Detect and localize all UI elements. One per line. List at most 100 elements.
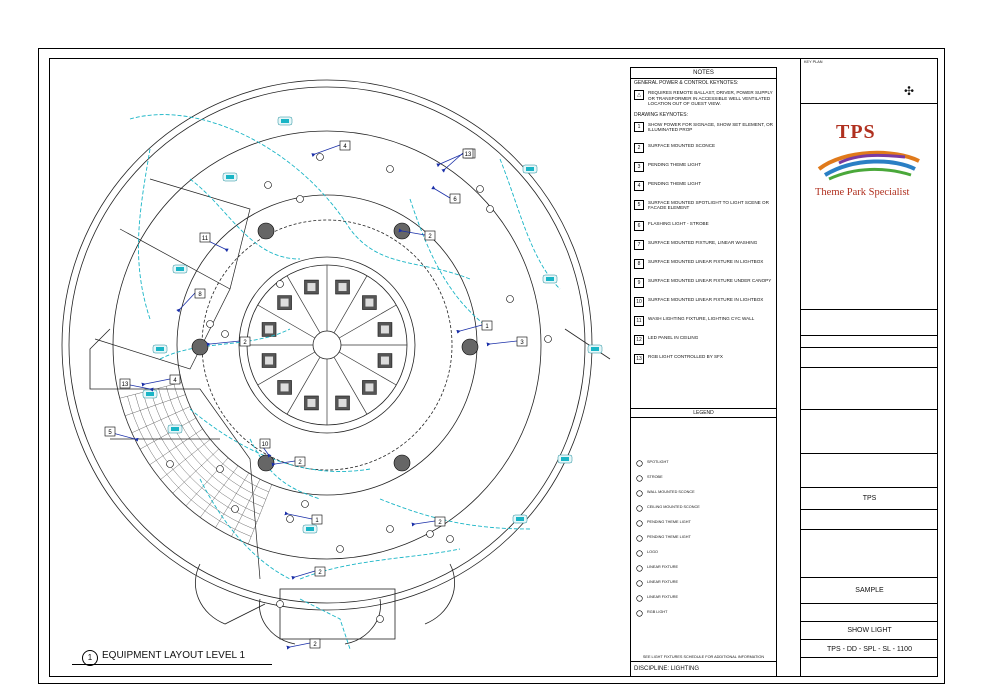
seating-radial	[185, 457, 229, 507]
entrance-lobes	[89, 328, 611, 645]
notes-title: NOTES	[631, 68, 776, 79]
keynote-number: 5	[634, 199, 644, 210]
keynote-number: 3	[634, 161, 644, 172]
legend-item: CEILING MOUNTED SCONCE	[647, 505, 700, 509]
north-arrow-icon: ✣	[904, 84, 915, 98]
general-keynote-icon: △	[634, 90, 644, 101]
keynote-tag: 8	[194, 288, 206, 299]
keynote-text: PENDING THEME LIGHT	[648, 180, 702, 186]
keynote-item: 7 SURFACE MOUNTED FIXTURE, LINEAR WASHING	[634, 239, 773, 250]
keynote-number: 9	[634, 277, 644, 288]
keynote-tag: 2	[309, 638, 321, 649]
keynote-tag: 4	[339, 140, 351, 151]
lighting-circuits	[129, 114, 561, 650]
ride-vehicle	[362, 295, 377, 310]
keynote-number: 6	[634, 220, 644, 231]
seating-grid	[119, 382, 272, 545]
linear-fixture-icon	[222, 172, 238, 182]
ride-vehicle	[377, 353, 393, 368]
keynote-tag: 13	[462, 148, 474, 159]
keynote-item: 1 SHOW POWER FOR SIGNAGE, SHOW SET ELEMEN…	[634, 122, 773, 133]
equipment-layout-plan: 45213281113451021221362	[61, 79, 611, 650]
sconce-icon	[316, 153, 324, 161]
ride-vehicle	[277, 295, 292, 310]
seating-radial	[149, 428, 203, 465]
ride-vehicle	[335, 395, 350, 411]
keynote-tag-label: 13	[122, 382, 129, 388]
sconce-icon	[276, 280, 284, 288]
company-logo-swoosh	[817, 150, 920, 181]
leader-arrow	[411, 520, 436, 527]
keynote-text: SURFACE MOUNTED SPOTLIGHT TO LIGHT SCENE…	[648, 199, 769, 211]
linear-fixture-icon	[172, 264, 188, 274]
keynote-item: 10 SURFACE MOUNTED LINEAR FIXTURE IN LIGH…	[634, 296, 773, 307]
discipline-label: DISCIPLINE: LIGHTING	[631, 661, 776, 676]
ride-vehicle	[261, 322, 277, 337]
leader-arrow	[486, 340, 518, 347]
company-logo-text: TPS	[836, 121, 876, 143]
drawing-title: SHOW LIGHT	[847, 627, 892, 634]
legend-symbol-icon	[635, 505, 644, 512]
linear-fixture-icon	[522, 164, 538, 174]
key-plan-label: KEY PLAN	[804, 60, 823, 64]
sconce-icon	[476, 185, 484, 193]
sconce-icon	[231, 505, 239, 513]
seating-row	[173, 384, 269, 493]
linear-fixture-icon	[152, 344, 168, 354]
pendant-light-icon	[393, 454, 411, 472]
sconce-icon	[276, 600, 284, 608]
legend-title: LEGEND	[631, 408, 776, 418]
linear-fixture-icon	[167, 424, 183, 434]
keynote-text: SURFACE MOUNTED LINEAR FIXTURE IN LIGHTB…	[648, 258, 764, 264]
drawing-keynotes-list: 1 SHOW POWER FOR SIGNAGE, SHOW SET ELEMEN…	[631, 122, 776, 364]
legend-symbol-icon	[635, 460, 644, 467]
sconce-icon	[216, 465, 224, 473]
keynote-item: 3 PENDING THEME LIGHT	[634, 161, 773, 172]
sconce-icon	[221, 330, 229, 338]
keynote-text: PENDING THEME LIGHT	[648, 161, 702, 167]
sconce-icon	[336, 545, 344, 553]
legend-symbol-icon	[635, 595, 644, 602]
sconce-icon	[376, 615, 384, 623]
pendant-light-icon	[257, 454, 275, 472]
ride-vehicle	[377, 322, 393, 337]
view-title: 1 EQUIPMENT LAYOUT LEVEL 1	[72, 647, 272, 667]
legend-symbol-icon	[635, 550, 644, 557]
sconce-icon	[301, 500, 309, 508]
seating-radial	[139, 417, 197, 450]
light-fixtures	[142, 116, 603, 623]
legend-item: LOGO	[647, 550, 658, 554]
keynote-tag: 2	[239, 336, 251, 347]
seating-radial	[248, 484, 272, 545]
circuit-path	[189, 408, 371, 472]
leader-arrow	[291, 570, 316, 580]
keynote-tag: 1	[481, 320, 493, 331]
legend-item: LINEAR FIXTURE	[647, 595, 679, 599]
leader-arrow	[141, 378, 171, 387]
sconce-icon	[386, 165, 394, 173]
keynote-number: 7	[634, 239, 644, 250]
legend-item: PENDING THEME LIGHT	[647, 535, 691, 539]
keynote-tag: 1	[311, 514, 323, 525]
seating-row	[181, 382, 272, 485]
keynote-item: 5 SURFACE MOUNTED SPOTLIGHT TO LIGHT SCEN…	[634, 199, 773, 211]
keynote-number: 10	[634, 296, 644, 307]
general-keynote: △ REQUIRES REMOTE BALLAST, DRIVER, POWER…	[634, 90, 773, 106]
view-title-underline	[72, 664, 272, 665]
circuit-path	[299, 598, 351, 650]
sconce-icon	[264, 181, 272, 189]
keynote-item: 4 PENDING THEME LIGHT	[634, 180, 773, 191]
view-title-text: EQUIPMENT LAYOUT LEVEL 1	[102, 650, 246, 661]
keynote-tag-label: 13	[465, 152, 472, 158]
ride-vehicle	[362, 380, 377, 395]
linear-fixture-icon	[587, 344, 603, 354]
ride-vehicle	[304, 395, 319, 411]
keynote-number: 8	[634, 258, 644, 269]
sconce-icon	[166, 460, 174, 468]
keynote-tag: 4	[169, 374, 181, 385]
company-logo-subtitle: Theme Park Specialist	[815, 187, 910, 198]
legend-symbol-icon	[635, 475, 644, 482]
keynote-tag: 11	[199, 232, 211, 243]
legend-symbol-icon	[635, 610, 644, 617]
keynote-tag: 2	[424, 230, 436, 241]
